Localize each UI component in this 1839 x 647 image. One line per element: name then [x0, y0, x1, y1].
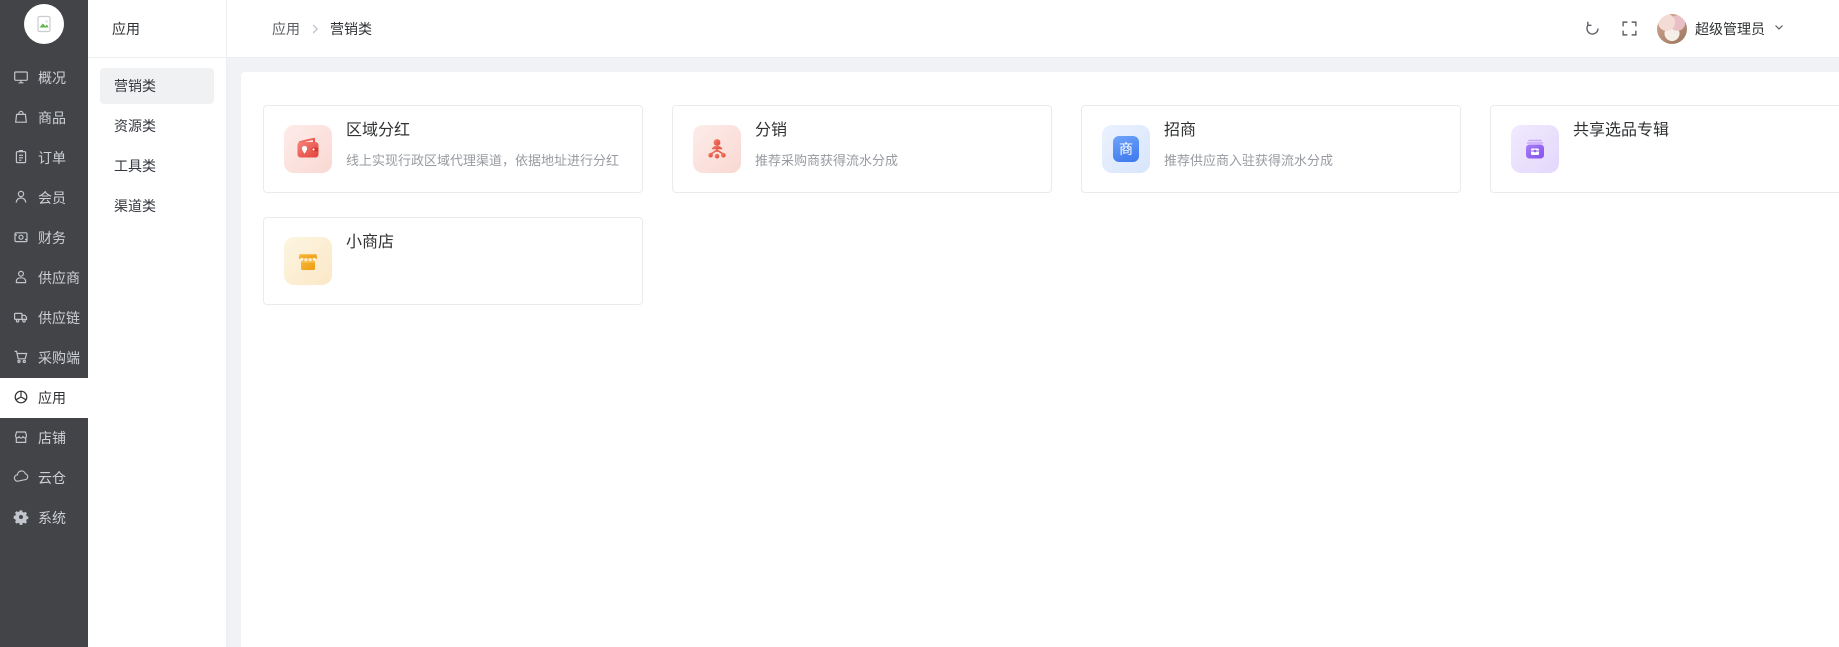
app-card-grid: 区域分红 线上实现行政区域代理渠道，依据地址进行分红 分销 推荐采购商获得流水分…: [263, 105, 1839, 305]
app-card-title: 共享选品专辑: [1573, 122, 1670, 139]
content-panel: 区域分红 线上实现行政区域代理渠道，依据地址进行分红 分销 推荐采购商获得流水分…: [241, 72, 1839, 647]
app-card-merchant-invite[interactable]: 商 招商 推荐供应商入驻获得流水分成: [1081, 105, 1461, 193]
breadcrumb-parent[interactable]: 应用: [272, 19, 300, 39]
breadcrumb-current: 营销类: [330, 20, 372, 37]
user-menu[interactable]: 超级管理员: [1657, 13, 1785, 44]
monitor-icon: [13, 69, 29, 88]
supply-chain-truck-icon: [13, 309, 29, 328]
app-card-title: 区域分红: [346, 122, 411, 139]
sidebar-item-label: 会员: [38, 190, 66, 206]
submenu-item-label: 工具类: [114, 158, 156, 174]
sidebar-item-system[interactable]: 系统: [0, 498, 88, 538]
app-card-desc: 线上实现行政区域代理渠道，依据地址进行分红: [346, 153, 620, 168]
order-clipboard-icon: [13, 149, 29, 168]
sidebar-item-shop[interactable]: 店铺: [0, 418, 88, 458]
secondary-sidebar: 应用 营销类 资源类 工具类 渠道类: [88, 0, 227, 647]
sidebar-item-label: 商品: [38, 110, 66, 126]
sidebar-item-suppliers[interactable]: 供应商: [0, 258, 88, 298]
submenu-item-label: 营销类: [114, 78, 156, 94]
goods-bag-icon: [13, 109, 29, 128]
sidebar-item-orders[interactable]: 订单: [0, 138, 88, 178]
logo[interactable]: [0, 0, 88, 44]
submenu-item-resources[interactable]: 资源类: [100, 108, 214, 144]
app-card-title: 分销: [755, 122, 788, 139]
breadcrumb: 应用 营销类: [272, 19, 372, 39]
submenu-item-label: 资源类: [114, 118, 156, 134]
sidebar-item-label: 概况: [38, 70, 66, 86]
sidebar-item-label: 财务: [38, 230, 66, 246]
sidebar-item-goods[interactable]: 商品: [0, 98, 88, 138]
distribution-network-icon: [693, 125, 741, 173]
submenu-item-tools[interactable]: 工具类: [100, 148, 214, 184]
app-card-region-dividend[interactable]: 区域分红 线上实现行政区域代理渠道，依据地址进行分红: [263, 105, 643, 193]
sidebar-item-label: 应用: [38, 390, 66, 406]
sidebar-item-apps[interactable]: 应用: [0, 378, 88, 418]
supplier-user-icon: [13, 269, 29, 288]
primary-nav: 概况 商品 订单 会员 财务 供应商 供应链 采购端 应用 店铺 云仓 系统: [0, 58, 88, 538]
app-card-desc: 推荐供应商入驻获得流水分成: [1164, 153, 1334, 168]
sidebar-item-label: 供应链: [38, 310, 80, 326]
topbar-actions: 超级管理员: [1583, 13, 1785, 44]
logo-placeholder-image-icon: [24, 4, 64, 44]
sidebar-item-members[interactable]: 会员: [0, 178, 88, 218]
finance-wallet-icon: [13, 229, 29, 248]
sidebar-item-label: 店铺: [38, 430, 66, 446]
region-dividend-wallet-icon: [284, 125, 332, 173]
app-card-shared-album[interactable]: 共享选品专辑: [1490, 105, 1839, 193]
cloud-warehouse-icon: [13, 469, 29, 488]
system-gear-icon: [13, 509, 29, 528]
submenu-item-label: 渠道类: [114, 198, 156, 214]
avatar: [1657, 13, 1687, 44]
chevron-down-icon: [1773, 20, 1785, 38]
sidebar-item-label: 采购端: [38, 350, 80, 366]
shop-storefront-icon: [13, 429, 29, 448]
shared-album-box-icon: [1511, 125, 1559, 173]
refresh-icon[interactable]: [1583, 20, 1601, 38]
mini-store-icon: [284, 237, 332, 285]
sidebar-item-label: 供应商: [38, 270, 80, 286]
right-column: 应用 营销类 超级管理员 区域分红 线上实现行政区域代理渠道，依据地址进行分红 …: [227, 0, 1839, 647]
fullscreen-icon[interactable]: [1620, 20, 1638, 38]
app-card-mini-store[interactable]: 小商店: [263, 217, 643, 305]
apps-wheel-icon: [13, 389, 29, 408]
sidebar-item-procurement[interactable]: 采购端: [0, 338, 88, 378]
submenu-nav: 营销类 资源类 工具类 渠道类: [88, 58, 226, 238]
sidebar-item-overview[interactable]: 概况: [0, 58, 88, 98]
chevron-right-icon: [309, 23, 321, 35]
app-root: 概况 商品 订单 会员 财务 供应商 供应链 采购端 应用 店铺 云仓 系统 应…: [0, 0, 1839, 647]
app-card-title: 小商店: [346, 234, 395, 251]
sidebar-item-label: 订单: [38, 150, 66, 166]
app-card-title: 招商: [1164, 122, 1197, 139]
app-card-distribution[interactable]: 分销 推荐采购商获得流水分成: [672, 105, 1052, 193]
procurement-cart-icon: [13, 349, 29, 368]
sidebar-item-supply-chain[interactable]: 供应链: [0, 298, 88, 338]
sidebar-item-cloud-warehouse[interactable]: 云仓: [0, 458, 88, 498]
sidebar-item-finance[interactable]: 财务: [0, 218, 88, 258]
user-name: 超级管理员: [1695, 20, 1765, 37]
submenu-item-marketing[interactable]: 营销类: [100, 68, 214, 104]
merchant-invite-icon: 商: [1102, 125, 1150, 173]
primary-sidebar: 概况 商品 订单 会员 财务 供应商 供应链 采购端 应用 店铺 云仓 系统: [0, 0, 88, 647]
sidebar-item-label: 系统: [38, 510, 66, 526]
main-area: 区域分红 线上实现行政区域代理渠道，依据地址进行分红 分销 推荐采购商获得流水分…: [227, 58, 1839, 647]
sidebar-item-label: 云仓: [38, 470, 66, 486]
member-user-icon: [13, 189, 29, 208]
secondary-sidebar-title: 应用: [88, 0, 226, 58]
app-card-desc: 推荐采购商获得流水分成: [755, 153, 899, 168]
topbar: 应用 营销类 超级管理员: [227, 0, 1839, 58]
submenu-item-channels[interactable]: 渠道类: [100, 188, 214, 224]
merchant-glyph: 商: [1113, 136, 1139, 162]
